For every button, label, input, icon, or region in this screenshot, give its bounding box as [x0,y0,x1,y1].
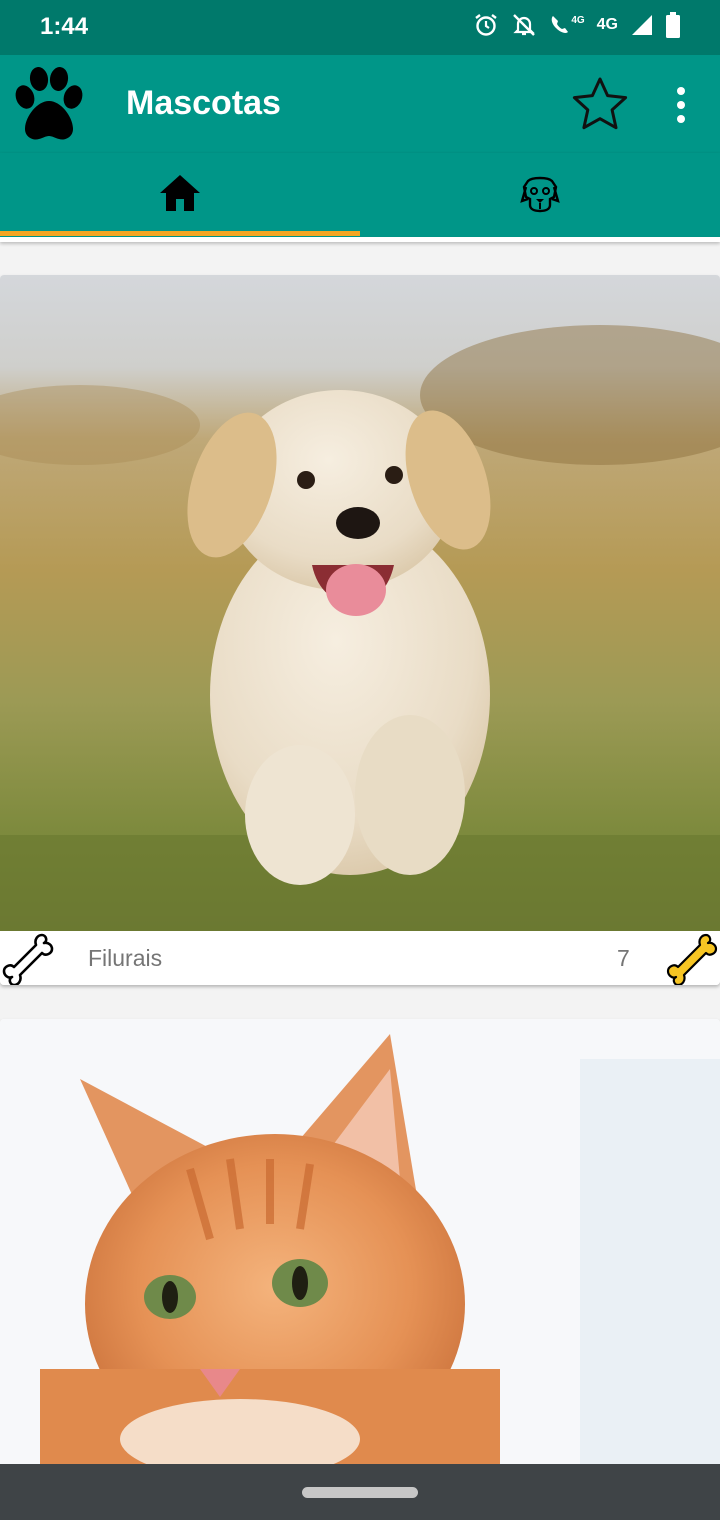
status-bar: 1:44 4G 4G [0,0,720,55]
status-time: 1:44 [40,13,89,40]
pet-like-count: 7 [617,945,630,971]
bone-filled-icon [664,931,720,985]
previous-card-edge [0,237,720,242]
tab-bar [0,153,720,237]
bone-outline-icon[interactable] [0,931,56,985]
pet-card-footer: Filurais 7 [0,931,720,985]
pet-photo-puppy [0,275,720,931]
paw-icon [8,63,90,145]
tab-pets[interactable] [360,153,720,237]
system-nav-bar [0,1464,720,1520]
dog-face-icon [520,176,560,213]
wifi-calling-icon: 4G [549,13,585,37]
tab-home[interactable] [0,153,360,237]
star-outline-icon[interactable] [570,75,630,135]
home-icon [160,175,200,211]
pet-name: Filurais [88,945,163,971]
home-gesture-handle[interactable] [302,1487,418,1498]
alarm-icon [473,12,499,38]
pet-card[interactable] [0,1019,720,1479]
network-type-label: 4G [596,16,618,33]
pet-card[interactable]: Filurais 7 [0,275,720,985]
tab-indicator [0,231,360,236]
app-bar: Mascotas [0,55,720,153]
notifications-off-icon [511,12,537,38]
signal-icon [630,13,654,37]
battery-icon [666,12,680,38]
pet-photo-cat [0,1019,720,1479]
app-title: Mascotas [126,84,281,122]
call-network-label: 4G [571,15,585,26]
status-icons: 4G 4G [473,12,680,38]
more-vert-icon[interactable] [664,83,698,127]
